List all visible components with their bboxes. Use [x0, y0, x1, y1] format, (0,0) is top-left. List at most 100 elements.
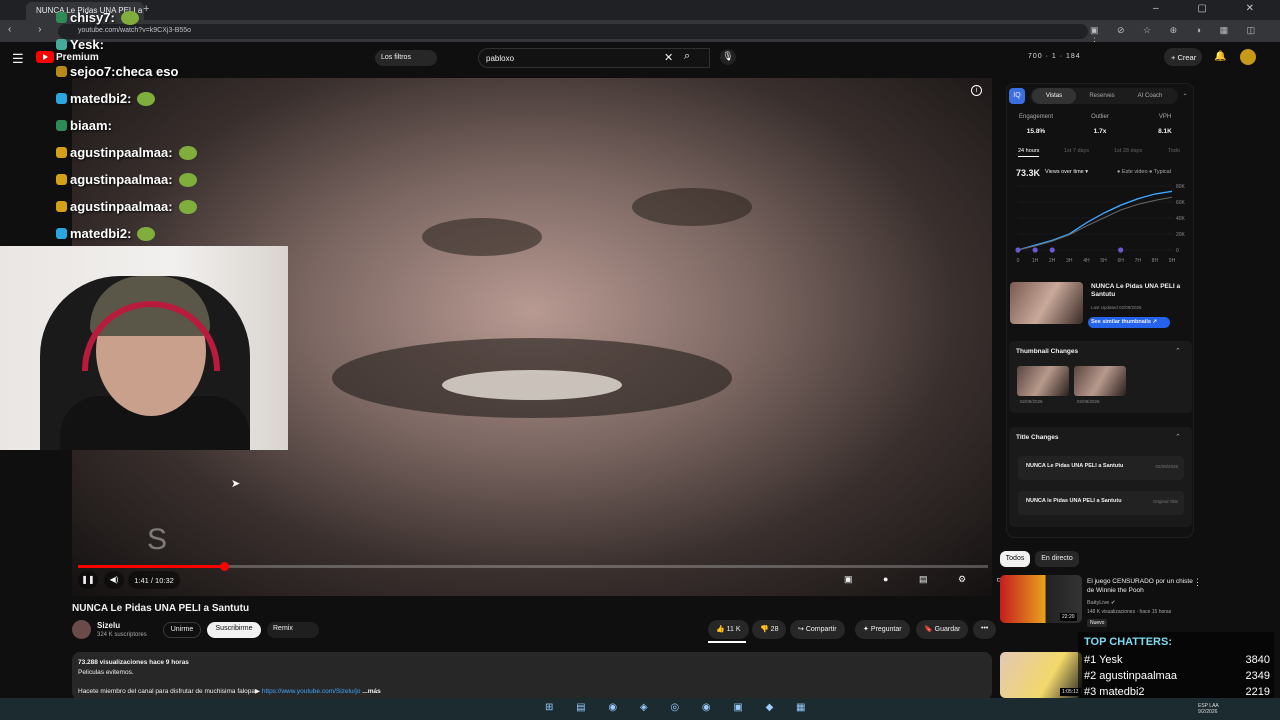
views-select[interactable]: Views over time ▾ — [1045, 169, 1088, 175]
chip-live[interactable]: En directo — [1035, 551, 1079, 567]
range-24h[interactable]: 24 hours — [1018, 148, 1040, 157]
stream-chat-overlay: chisy7: Yesk: sejoo7: checa eso matedbi2: bi… — [56, 4, 296, 247]
series-line-este-video — [1017, 190, 1173, 251]
ask-label: Preguntar — [870, 626, 902, 633]
notifications-bell-icon[interactable]: 🔔 — [1214, 51, 1226, 62]
share-icon: ↪ — [798, 626, 806, 633]
tab-ai-coach[interactable]: AI Coach — [1128, 88, 1172, 104]
metric-value: 1.7x — [1093, 128, 1107, 135]
channel-name[interactable]: Sizelu — [97, 621, 120, 630]
x-tick-label: 4H — [1083, 258, 1090, 264]
rec-new-badge: Nuevo — [1087, 619, 1108, 627]
volume-icon[interactable]: ◀) — [104, 571, 124, 589]
like-button[interactable]: 👍 11 K — [708, 620, 749, 639]
views-total: 73.3K — [1016, 168, 1041, 178]
title-change-tag: Original Title — [1152, 499, 1178, 504]
top-chatter-row: #3 matedbi2 2219 — [1084, 686, 1270, 698]
tab-vistas[interactable]: Vistas — [1032, 88, 1076, 104]
hamburger-menu-icon[interactable]: ☰ — [12, 51, 24, 67]
extension-stats: 700 · 1 · 184 — [1028, 53, 1081, 60]
subscriber-count: 324 K suscriptores — [97, 632, 147, 638]
rec-channel[interactable]: BaityLive ✔ — [1087, 600, 1115, 606]
chatter-rank: #1 Yesk — [1084, 654, 1123, 666]
filters-button[interactable]: Los filtros — [375, 50, 437, 66]
range-7d[interactable]: 1st 7 days — [1064, 148, 1089, 154]
collapse-chevron-icon[interactable]: ⌃ — [1175, 347, 1181, 355]
clock-date: 9/2/2026 — [1198, 709, 1218, 715]
collapse-chevron-icon[interactable]: ⌃ — [1180, 88, 1190, 104]
info-icon[interactable]: i — [971, 85, 982, 96]
like-underline — [708, 641, 746, 643]
time-display: 1:41 / 10:32 — [128, 571, 180, 589]
thumbnail-video-title: NUNCA Le Pidas UNA PELI a Santutu — [1091, 283, 1181, 298]
metric-label: Outlier — [1091, 114, 1109, 120]
views-chart: 80K 60K 40K 20K 0 0 1H 2H 3H 4H 5H 6H 7H 8H 9H — [1015, 184, 1186, 264]
user-avatar[interactable] — [1240, 49, 1256, 65]
mouse-cursor-icon: ➤ — [231, 478, 241, 490]
system-tray[interactable]: ESP LAA 9/2/2026 — [1198, 703, 1219, 715]
thumbnail-version[interactable] — [1074, 366, 1126, 396]
remix-button[interactable]: Remix — [267, 622, 319, 638]
search-icon[interactable]: ⌕ — [684, 50, 690, 63]
ask-button[interactable]: ✦ Preguntar — [855, 620, 910, 639]
similar-thumbnails-button[interactable]: See similar thumbnails ↗ — [1088, 317, 1170, 328]
create-button[interactable]: + Crear — [1164, 48, 1202, 66]
range-28d[interactable]: 1st 28 days — [1114, 148, 1142, 154]
description-box[interactable]: 73.288 visualizaciones hace 9 horas Peli… — [72, 652, 992, 700]
chat-badge-icon — [56, 228, 67, 239]
microphone-icon[interactable]: 🎙 — [720, 49, 736, 65]
taskbar-app-icons[interactable]: ⊞ ▤ ◉ ◈ ◎ ◉ ▣ ◆ ▦ — [545, 702, 816, 713]
thumbnail-version[interactable] — [1017, 366, 1069, 396]
progress-scrubber[interactable] — [219, 562, 229, 571]
chat-username: agustinpaalmaa: — [70, 199, 173, 214]
dislike-button[interactable]: 👎 28 — [752, 620, 787, 639]
chart-event-marker — [1049, 247, 1055, 253]
description-line: Hacete miembro del canal para disfrutar … — [78, 687, 986, 697]
rec-meta: 148 K visualizaciones · hace 15 horas — [1087, 609, 1172, 615]
chat-message: matedbi2: — [56, 85, 296, 112]
pause-icon[interactable]: ❚❚ — [78, 571, 98, 589]
window-controls[interactable]: – ▢ ✕ — [1153, 3, 1272, 14]
chat-username: matedbi2: — [70, 91, 132, 106]
x-tick-label: 5H — [1100, 258, 1107, 264]
chatter-count: 2349 — [1245, 670, 1270, 682]
chat-badge-icon — [56, 147, 67, 158]
show-more-link[interactable]: ...más — [362, 688, 380, 695]
share-button[interactable]: ↪ Compartir — [790, 620, 845, 639]
collapse-chevron-icon[interactable]: ⌃ — [1175, 433, 1181, 441]
youtube-logo-icon[interactable] — [36, 51, 54, 63]
metric-value: 8.1K — [1158, 128, 1172, 135]
x-tick-label: 6H — [1117, 258, 1124, 264]
rec-more-icon[interactable]: ⋮ — [1193, 577, 1202, 588]
join-button[interactable]: Unirme — [163, 622, 201, 638]
search-input[interactable]: pabloxo — [478, 48, 710, 68]
x-tick-label: 3H — [1066, 258, 1073, 264]
chat-message: sejoo7: checa eso — [56, 58, 296, 85]
more-actions-button[interactable]: ••• — [973, 620, 997, 639]
extension-logo-icon: IQ — [1009, 88, 1025, 104]
range-all[interactable]: Todo — [1168, 148, 1180, 154]
chat-badge-icon — [56, 93, 67, 104]
video-frame-shape — [422, 218, 542, 256]
rec-title[interactable]: El juego CENSURADO por un chiste de Winn… — [1087, 577, 1193, 595]
title-change-date: 02/09/2026 — [1155, 464, 1178, 469]
chart-event-marker — [1015, 247, 1021, 253]
view-stats: 73.288 visualizaciones hace 9 horas — [78, 659, 189, 666]
save-label: Guardar — [934, 626, 961, 633]
chatter-count: 3840 — [1245, 654, 1270, 666]
title-change-row: NUNCA le Pidas UNA PELI a Santutu Origina… — [1018, 491, 1184, 515]
channel-avatar[interactable] — [72, 620, 91, 639]
video-title: NUNCA Le Pidas UNA PELI a Santutu — [72, 603, 250, 614]
thumbnail-date: 02/09/2026 — [1077, 399, 1100, 404]
top-chatters-title: TOP CHATTERS: — [1084, 636, 1173, 648]
clear-search-icon[interactable]: ✕ — [664, 51, 673, 64]
chip-all[interactable]: Todos — [1000, 551, 1030, 567]
chat-message: Yesk: — [56, 31, 296, 58]
tab-reserves[interactable]: Reserves — [1082, 88, 1122, 104]
description-link[interactable]: https://www.youtube.com/Sizelu/jo — [262, 688, 361, 695]
chat-username: sejoo7: — [70, 64, 116, 79]
subscribe-button[interactable]: Suscribirme — [207, 622, 261, 638]
chat-badge-icon — [56, 12, 67, 23]
chat-emote-icon — [178, 172, 197, 187]
save-button[interactable]: 🔖 Guardar — [916, 620, 969, 639]
